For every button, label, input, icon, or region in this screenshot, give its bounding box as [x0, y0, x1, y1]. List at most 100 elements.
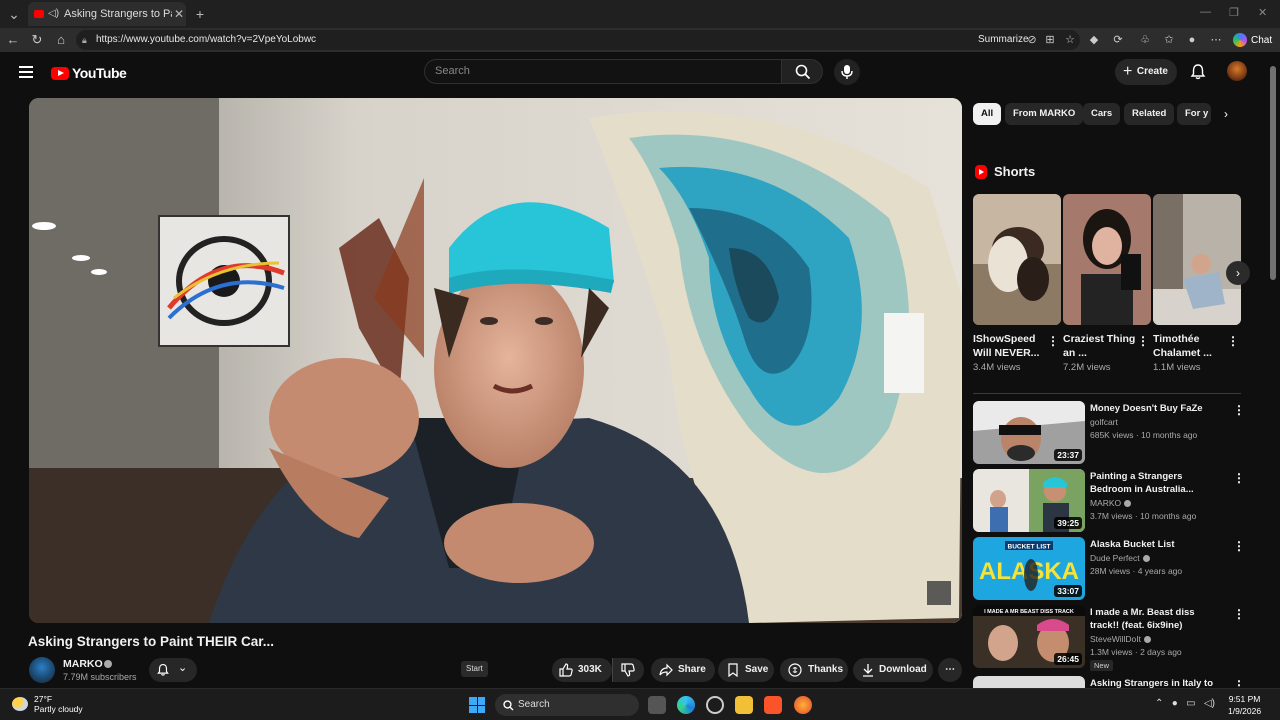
site-info-icon[interactable]: 🔒︎ [82, 30, 87, 50]
summarize-button[interactable]: Summarize [978, 34, 1029, 45]
minimize-icon[interactable]: — [1200, 6, 1211, 18]
taskbar-search[interactable]: Search [495, 694, 639, 716]
kebab-menu-icon[interactable]: ⋮ [1137, 335, 1149, 347]
download-button[interactable]: Download [853, 658, 933, 682]
recommendation-item[interactable]: 23:37 Money Doesn't Buy FaZe golfcart 68… [973, 401, 1245, 465]
start-button[interactable] [469, 697, 485, 713]
kebab-menu-icon[interactable]: ⋮ [1227, 335, 1239, 347]
profile-icon[interactable]: ● [1184, 32, 1200, 48]
recommendation-item[interactable]: Asking Strangers in Italy to ⋮ [973, 676, 1243, 688]
channel-name[interactable]: golfcart [1090, 417, 1118, 427]
back-icon[interactable]: ← [5, 32, 21, 48]
copilot-chat-button[interactable]: Chat [1233, 31, 1272, 49]
kebab-menu-icon[interactable]: ⋮ [1233, 403, 1245, 417]
more-menu-icon[interactable]: ⋯ [1208, 32, 1224, 48]
short-title[interactable]: Timothée Chalamet ... [1153, 332, 1229, 360]
short-title[interactable]: IShowSpeed Will NEVER... [973, 332, 1049, 360]
shorts-next-button[interactable]: › [1226, 261, 1250, 285]
channel-name[interactable]: MARKO [1090, 498, 1132, 508]
kebab-menu-icon[interactable]: ⋮ [1233, 678, 1243, 688]
video-title[interactable]: I made a Mr. Beast diss track!! (feat. 6… [1090, 606, 1226, 632]
video-title[interactable]: Money Doesn't Buy FaZe [1090, 402, 1226, 415]
short-item[interactable]: Craziest Thing an ... 7.2M views ⋮ [1063, 194, 1151, 373]
short-title[interactable]: Craziest Thing an ... [1063, 332, 1139, 360]
settings-icon[interactable] [706, 696, 724, 714]
create-button[interactable]: + Create [1115, 59, 1177, 85]
share-button[interactable]: Share [651, 658, 715, 682]
short-thumbnail[interactable] [1153, 194, 1241, 325]
refresh-icon[interactable]: ↻ [29, 32, 45, 48]
youtube-logo[interactable]: YouTube [51, 65, 127, 81]
summarize-icon[interactable]: ⊘ [1024, 32, 1040, 48]
edge-browser-icon[interactable] [677, 696, 695, 714]
chip-cars[interactable]: Cars [1083, 103, 1121, 125]
chip-from-marko[interactable]: From MARKO [1005, 103, 1084, 125]
kebab-menu-icon[interactable]: ⋮ [1047, 335, 1059, 347]
save-button[interactable]: Save [718, 658, 774, 682]
recommendation-item[interactable]: BUCKET LIST ALASKA 33:07 Alaska Bucket L… [973, 537, 1245, 601]
video-player[interactable] [29, 98, 962, 623]
new-tab-icon[interactable]: + [190, 4, 210, 24]
search-button[interactable] [781, 59, 823, 84]
system-tray[interactable]: ⌃ ● ▭ ◁) [1155, 698, 1215, 709]
video-thumbnail[interactable]: 23:37 [973, 401, 1085, 464]
short-thumbnail[interactable] [973, 194, 1061, 325]
browser-essentials-icon[interactable]: ♧ [1137, 32, 1153, 48]
chip-all[interactable]: All [973, 103, 1002, 125]
home-icon[interactable]: ⌂ [53, 32, 69, 48]
channel-name[interactable]: MARKO [63, 658, 103, 670]
extension-icon[interactable]: ◆ [1086, 32, 1102, 48]
search-input[interactable]: Search [424, 59, 782, 84]
dislike-button[interactable] [612, 658, 644, 682]
clock[interactable]: 9:51 PM 1/9/2026 [1228, 693, 1261, 717]
recommendation-item[interactable]: I MADE A MR BEAST DISS TRACK 26:45 I mad… [973, 605, 1245, 671]
short-item[interactable]: Timothée Chalamet ... 1.1M views ⋮ [1153, 194, 1241, 373]
short-thumbnail[interactable] [1063, 194, 1151, 325]
account-avatar[interactable] [1227, 61, 1247, 81]
thumbs-up-icon [559, 663, 573, 677]
kebab-menu-icon[interactable]: ⋮ [1233, 471, 1245, 485]
notifications-bell-icon[interactable] [1189, 63, 1207, 81]
speaker-icon[interactable]: ◁) [48, 9, 59, 19]
like-count: 303K [578, 664, 602, 675]
like-button[interactable]: 303K [552, 658, 612, 682]
url-field[interactable]: 🔒︎ https://www.youtube.com/watch?v=2VpeY… [76, 30, 1080, 50]
video-thumbnail[interactable]: BUCKET LIST ALASKA 33:07 [973, 537, 1085, 600]
video-title[interactable]: Alaska Bucket List [1090, 538, 1226, 551]
video-title[interactable]: Asking Strangers in Italy to [1090, 677, 1226, 688]
video-title[interactable]: Painting a Strangers Bedroom in Australi… [1090, 470, 1226, 496]
task-view-icon[interactable] [648, 696, 666, 714]
extensions-puzzle-icon[interactable]: ⟳ [1110, 32, 1126, 48]
video-thumbnail[interactable] [973, 676, 1085, 688]
page-scrollbar[interactable] [1270, 66, 1276, 280]
channel-avatar[interactable] [29, 657, 55, 683]
hamburger-menu-icon[interactable] [19, 66, 33, 78]
more-actions-button[interactable]: ⋯ [938, 658, 962, 682]
chip-for-you[interactable]: For y [1177, 103, 1211, 125]
maximize-icon[interactable]: ❐ [1229, 6, 1239, 19]
close-tab-icon[interactable]: ✕ [172, 7, 186, 21]
weather-widget[interactable]: 27°F Partly cloudy [12, 694, 83, 714]
window-close-icon[interactable]: ✕ [1258, 6, 1267, 19]
channel-name[interactable]: Dude Perfect [1090, 553, 1150, 563]
brave-browser-icon[interactable] [764, 696, 782, 714]
voice-search-button[interactable] [834, 59, 860, 85]
channel-name[interactable]: SteveWillDoIt [1090, 634, 1152, 644]
browser-tab[interactable]: ◁) Asking Strangers to Paint THE ✕ [28, 2, 186, 26]
recommendation-item[interactable]: 39:25 Painting a Strangers Bedroom in Au… [973, 469, 1245, 533]
file-explorer-icon[interactable] [735, 696, 753, 714]
kebab-menu-icon[interactable]: ⋮ [1233, 539, 1245, 553]
video-thumbnail[interactable]: I MADE A MR BEAST DISS TRACK 26:45 [973, 605, 1085, 668]
tab-list-icon[interactable]: ⌄ [4, 4, 24, 24]
chip-related[interactable]: Related [1124, 103, 1175, 125]
favorite-star-icon[interactable]: ☆ [1062, 32, 1078, 48]
video-thumbnail[interactable]: 39:25 [973, 469, 1085, 532]
short-item[interactable]: IShowSpeed Will NEVER... 3.4M views ⋮ [973, 194, 1061, 373]
kebab-menu-icon[interactable]: ⋮ [1233, 607, 1245, 621]
favorites-icon[interactable]: ✩ [1161, 32, 1177, 48]
split-screen-icon[interactable]: ⊞ [1042, 32, 1058, 48]
subscribed-notifications-button[interactable]: ⌄ [149, 658, 197, 682]
thanks-button[interactable]: Thanks [780, 658, 848, 682]
chevron-right-icon[interactable]: › [1218, 106, 1234, 122]
firefox-icon[interactable] [794, 696, 812, 714]
